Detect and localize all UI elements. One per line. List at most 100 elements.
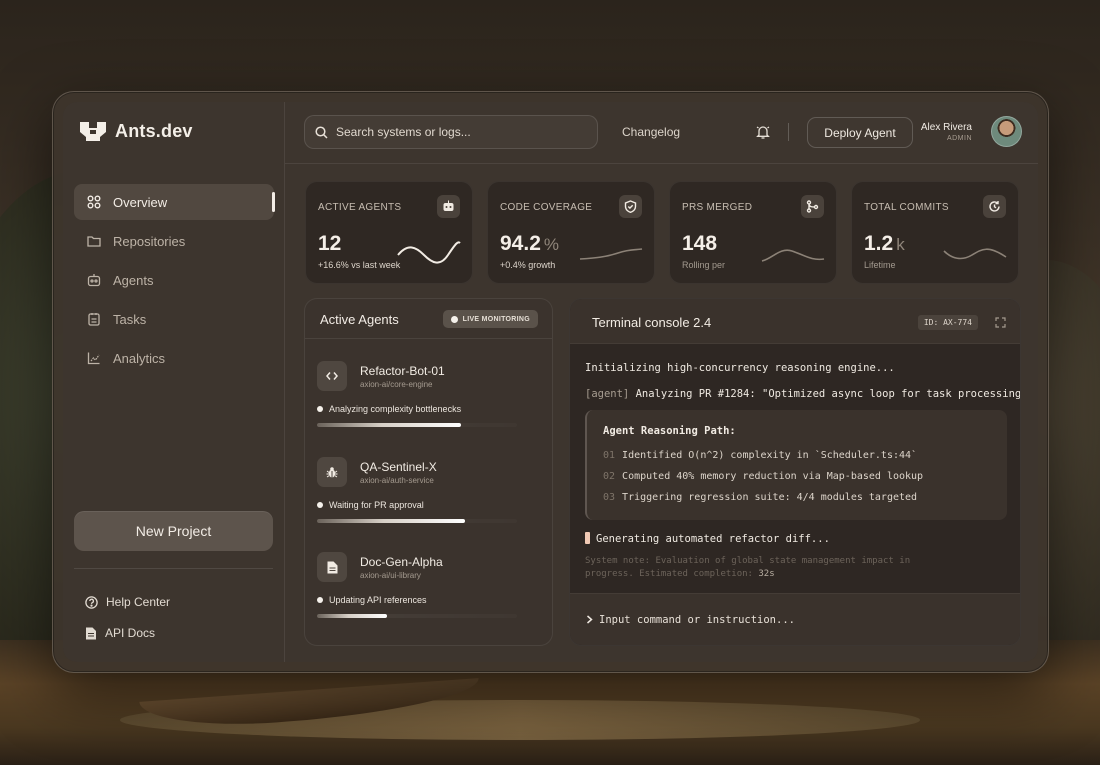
agent-repo: axion-ai/auth-service <box>360 476 434 485</box>
stat-label: CODE COVERAGE <box>500 202 593 213</box>
main-nav: Overview Repositories Agents Tasks Analy… <box>74 184 275 379</box>
terminal-title: Terminal console 2.4 <box>592 315 712 330</box>
sidebar-divider <box>74 568 273 569</box>
command-input[interactable] <box>599 613 979 626</box>
agent-progress-bar <box>317 519 517 523</box>
stat-card-code-coverage: CODE COVERAGE 94.2% +0.4% growth <box>487 181 655 284</box>
stat-label: ACTIVE AGENTS <box>318 202 402 213</box>
status-dot-icon <box>317 406 323 412</box>
help-icon <box>85 595 98 609</box>
agent-item-qa-sentinel[interactable]: QA-Sentinel-X axion-ai/auth-service Wait… <box>317 457 542 537</box>
agent-name: Refactor-Bot-01 <box>360 364 445 378</box>
sparkline <box>943 248 1007 260</box>
agent-status: Updating API references <box>317 595 427 605</box>
reasoning-title: Agent Reasoning Path: <box>603 425 736 437</box>
stat-card-prs-merged: PRS MERGED 148 Rolling per <box>669 181 837 284</box>
agent-item-refactor-bot[interactable]: Refactor-Bot-01 axion-ai/core-engine Ana… <box>317 361 542 441</box>
brand-name: Ants.dev <box>115 120 193 141</box>
agent-tag: [agent] <box>585 388 630 400</box>
robot-icon <box>437 195 460 218</box>
stat-subtext: +0.4% growth <box>500 260 556 270</box>
nav-item-repositories[interactable]: Repositories <box>74 223 274 259</box>
terminal-line: Generating automated refactor diff... <box>585 532 830 545</box>
sidebar: Ants.dev Overview Repositories Agents Ta… <box>63 102 285 662</box>
nav-item-overview[interactable]: Overview <box>74 184 275 220</box>
header-separator <box>788 123 789 141</box>
folder-icon <box>87 234 101 248</box>
app-frame: Ants.dev Overview Repositories Agents Ta… <box>63 102 1038 662</box>
avatar[interactable] <box>991 116 1022 147</box>
top-bar: Changelog Deploy Agent Alex Rivera ADMIN <box>285 102 1038 164</box>
cursor-icon <box>585 532 590 544</box>
agent-progress-bar <box>317 423 517 427</box>
sparkline <box>579 248 643 260</box>
clipboard-icon <box>87 312 101 326</box>
nav-item-agents[interactable]: Agents <box>74 262 274 298</box>
search-icon <box>315 125 328 139</box>
agent-name: QA-Sentinel-X <box>360 460 437 474</box>
document-icon <box>317 552 347 582</box>
system-note: System note: Evaluation of global state … <box>585 556 911 579</box>
chart-icon <box>87 351 101 365</box>
user-role: ADMIN <box>946 135 972 142</box>
brand[interactable]: Ants.dev <box>79 120 193 142</box>
reasoning-step: 02 Computed 40% memory reduction via Map-… <box>603 471 924 482</box>
nav-label: Repositories <box>113 233 186 249</box>
shield-check-icon <box>619 195 642 218</box>
code-icon <box>317 361 347 391</box>
stat-value: 12 <box>318 232 342 255</box>
nav-label: Overview <box>113 194 168 210</box>
divider <box>305 338 552 339</box>
help-center-label: Help Center <box>106 595 171 609</box>
status-dot-icon <box>317 597 323 603</box>
reasoning-step: 03 Triggering regression suite: 4/4 modul… <box>603 492 918 503</box>
stat-card-total-commits: TOTAL COMMITS 1.2 k Lifetime <box>851 181 1019 284</box>
bug-icon <box>317 457 347 487</box>
agent-name: Doc-Gen-Alpha <box>360 555 443 569</box>
app-window: Ants.dev Overview Repositories Agents Ta… <box>52 91 1049 673</box>
terminal-line: [agent] Analyzing PR #1284: "Optimized a… <box>585 388 1021 400</box>
stat-value: 94.2% <box>500 232 559 255</box>
agent-status: Waiting for PR approval <box>317 500 424 510</box>
nav-item-analytics[interactable]: Analytics <box>74 340 274 376</box>
api-docs-label: API Docs <box>105 626 156 640</box>
agent-item-doc-gen[interactable]: Doc-Gen-Alpha axion-ai/ui-library Updati… <box>317 552 542 632</box>
search-input[interactable] <box>336 125 576 139</box>
reasoning-step: 01 Identified O(n^2) complexity in `Sched… <box>603 450 918 461</box>
nav-item-tasks[interactable]: Tasks <box>74 301 274 337</box>
chevron-right-icon <box>587 615 593 624</box>
session-id-badge: ID: AX-774 <box>917 315 978 330</box>
stat-label: PRS MERGED <box>682 202 753 213</box>
new-project-button[interactable]: New Project <box>74 511 273 551</box>
status-dot-icon <box>317 502 323 508</box>
git-merge-icon <box>801 195 824 218</box>
stat-subtext: Lifetime <box>864 260 896 270</box>
active-agents-panel: Active Agents LIVE MONITORING Refactor-B… <box>304 298 553 646</box>
progress-fill <box>317 519 465 523</box>
agent-status: Analyzing complexity bottlenecks <box>317 404 461 414</box>
stat-card-active-agents: ACTIVE AGENTS 12 +16.6% vs last week <box>305 181 473 284</box>
deploy-agent-button[interactable]: Deploy Agent <box>807 117 913 148</box>
search-bar[interactable] <box>304 115 598 149</box>
panel-title: Active Agents <box>320 312 399 327</box>
agent-repo: axion-ai/core-engine <box>360 380 433 389</box>
ants-logo-icon <box>80 122 106 141</box>
nav-label: Agents <box>113 272 154 288</box>
stat-subtext: Rolling per <box>682 260 726 270</box>
stat-value: 148 <box>682 232 718 255</box>
live-monitoring-badge: LIVE MONITORING <box>442 310 538 328</box>
api-docs-link[interactable]: API Docs <box>85 626 155 640</box>
help-center-link[interactable]: Help Center <box>85 595 170 609</box>
document-icon <box>86 627 96 639</box>
progress-fill <box>317 423 461 427</box>
notification-bell-icon[interactable] <box>755 124 771 140</box>
stat-subtext: +16.6% vs last week <box>318 260 401 270</box>
user-name: Alex Rivera <box>920 122 972 133</box>
terminal-console: Terminal console 2.4 ID: AX-774 Initiali… <box>569 298 1021 646</box>
changelog-link[interactable]: Changelog <box>622 125 680 139</box>
command-input-bar[interactable] <box>570 593 1020 645</box>
expand-icon[interactable] <box>995 317 1006 328</box>
progress-fill <box>317 614 387 618</box>
agent-progress-bar <box>317 614 517 618</box>
history-icon <box>983 195 1006 218</box>
